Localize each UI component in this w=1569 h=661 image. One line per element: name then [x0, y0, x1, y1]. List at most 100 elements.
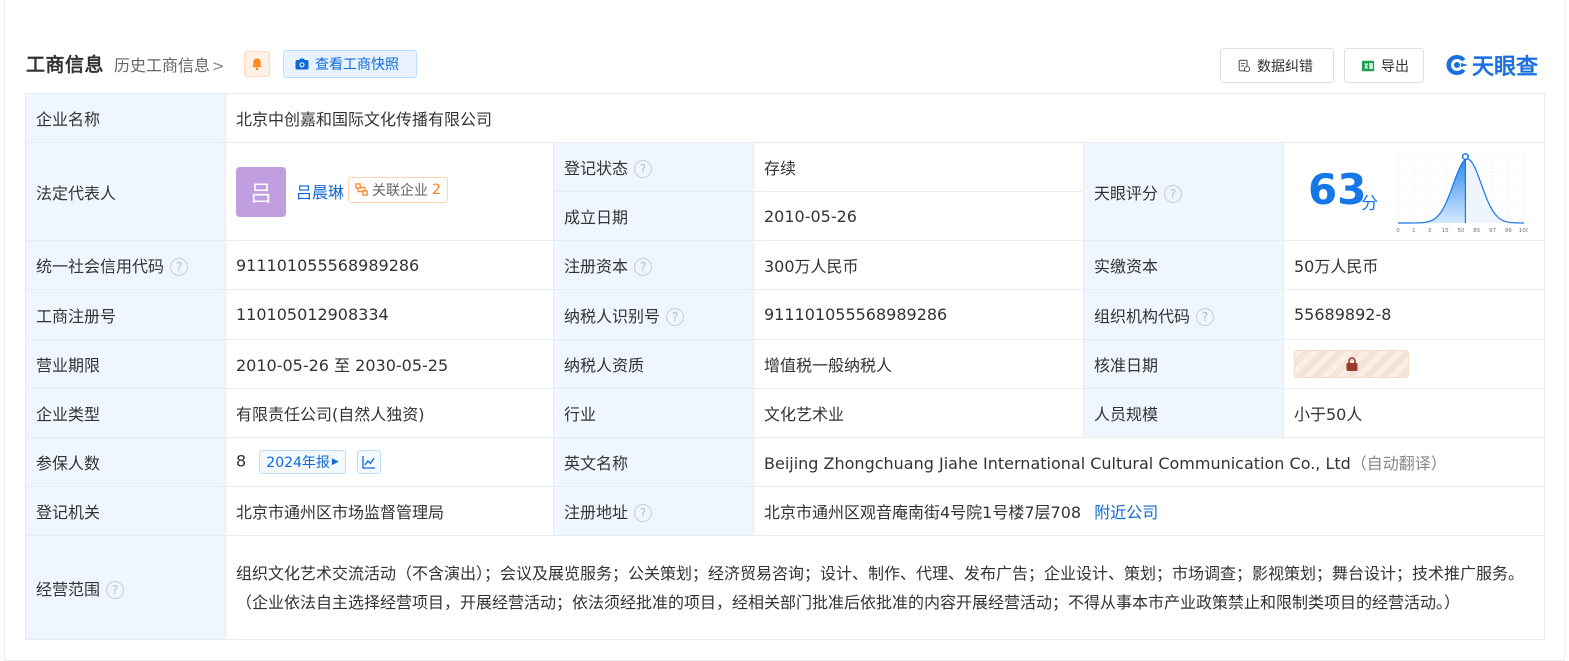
label-company-name: 企业名称	[25, 93, 226, 143]
label-industry: 行业	[553, 388, 754, 438]
paid-capital-value: 50万人民币	[1282, 240, 1546, 290]
english-name-cell: Beijing Zhongchuang Jiahe International …	[752, 437, 1546, 487]
camera-icon	[295, 58, 309, 70]
help-icon[interactable]: ?	[1164, 184, 1183, 203]
trend-chart-icon	[362, 456, 375, 469]
tianyan-score-cell[interactable]: 63 分 0 1 3 15 50 85 97 99 100	[1282, 142, 1546, 241]
business-info-table: 企业名称 北京中创嘉和国际文化传播有限公司 法定代表人 吕 吕晨琳 关联企业 2…	[25, 93, 1546, 640]
label-taxpayer-id: 纳税人识别号?	[553, 289, 754, 340]
label-legal-rep: 法定代表人	[25, 142, 226, 241]
org-code-value: 55689892-8	[1282, 289, 1546, 340]
data-fix-button[interactable]: 数据纠错	[1220, 48, 1334, 83]
bell-button[interactable]	[244, 51, 270, 77]
help-icon[interactable]: ?	[170, 258, 189, 276]
reg-address-value: 北京市通州区观音庵南街4号院1号楼7层708	[764, 503, 1082, 522]
label-taxpayer-qual: 纳税人资质	[553, 339, 754, 389]
help-icon[interactable]: ?	[1196, 307, 1215, 326]
insured-value: 8	[236, 451, 247, 471]
insured-cell: 8 2024年报 ▶	[225, 437, 554, 487]
table-row: 参保人数 8 2024年报 ▶ 英文名称 Beijing Zhongchuang …	[25, 437, 1546, 487]
section-header: 工商信息 历史工商信息 > 查看工商快照 数据纠错 导出 天眼查	[26, 46, 1544, 83]
table-row: 工商注册号 110105012908334 纳税人识别号? 9111010555…	[25, 289, 1546, 340]
distribution-area-filled	[1398, 159, 1466, 223]
staff-size-value: 小于50人	[1282, 388, 1546, 438]
help-icon[interactable]: ?	[634, 258, 653, 276]
reg-authority-value: 北京市通州区市场监督管理局	[225, 486, 554, 536]
label-reg-status: 登记状态?	[553, 142, 754, 192]
excel-icon	[1361, 60, 1375, 71]
chart-tick-label: 1	[1412, 228, 1416, 234]
industry-value: 文化艺术业	[753, 388, 1084, 438]
reg-capital-value: 300万人民币	[753, 240, 1084, 290]
help-icon[interactable]: ?	[666, 307, 685, 326]
biz-reg-no-value: 110105012908334	[225, 289, 554, 340]
chart-tick-label: 3	[1428, 228, 1432, 234]
related-companies-tag[interactable]: 关联企业 2	[348, 176, 448, 203]
chart-tick-label: 99	[1505, 228, 1512, 234]
table-row: 企业名称 北京中创嘉和国际文化传播有限公司	[25, 93, 1546, 143]
label-tianyan-score: 天眼评分?	[1083, 142, 1284, 241]
label-staff-size: 人员规模	[1083, 388, 1284, 438]
label-paid-capital: 实缴资本	[1083, 240, 1284, 290]
approve-date-cell	[1282, 339, 1546, 389]
taxpayer-id-value: 911101055568989286	[753, 289, 1084, 340]
label-reg-authority: 登记机关	[25, 486, 226, 536]
found-date-value: 2010-05-26	[753, 191, 1084, 241]
label-reg-capital: 注册资本?	[553, 240, 754, 290]
snapshot-button[interactable]: 查看工商快照	[283, 50, 417, 78]
score-value: 63	[1308, 165, 1367, 214]
trend-chart-button[interactable]	[356, 450, 381, 474]
table-row: 法定代表人 吕 吕晨琳 关联企业 2 登记状态? 存续 天眼评分? 63 分 0…	[25, 142, 1546, 241]
reg-status-value: 存续	[753, 142, 1084, 192]
reg-address-cell: 北京市通州区观音庵南街4号院1号楼7层708 附近公司	[752, 486, 1546, 536]
biz-scope-value: 组织文化艺术交流活动（不含演出）；会议及展览服务；公关策划；经济贸易咨询；设计、…	[224, 535, 1546, 640]
section-title: 工商信息	[26, 54, 105, 76]
chart-tick-label: 97	[1489, 228, 1496, 234]
lock-icon	[1346, 357, 1357, 371]
label-biz-term: 营业期限	[25, 339, 226, 389]
table-row: 经营范围? 组织文化艺术交流活动（不含演出）；会议及展览服务；公关策划；经济贸易…	[25, 535, 1546, 640]
table-row: 企业类型 有限责任公司(自然人独资) 行业 文化艺术业 人员规模 小于50人	[25, 388, 1546, 438]
avatar[interactable]: 吕	[236, 166, 286, 217]
english-name-value: Beijing Zhongchuang Jiahe International …	[764, 454, 1351, 473]
label-org-code: 组织机构代码?	[1083, 289, 1284, 340]
chart-tick-label: 0	[1396, 228, 1400, 234]
company-type-value: 有限责任公司(自然人独资)	[225, 388, 554, 438]
bell-icon	[252, 58, 262, 71]
edit-doc-icon	[1238, 59, 1251, 72]
label-credit-code: 统一社会信用代码?	[25, 240, 226, 290]
score-marker-dot	[1461, 153, 1469, 161]
label-biz-reg-no: 工商注册号	[25, 289, 226, 340]
help-icon[interactable]: ?	[634, 160, 653, 178]
label-insured: 参保人数	[25, 437, 226, 487]
chevron-right-icon: >	[212, 57, 225, 75]
locked-value[interactable]	[1294, 350, 1409, 378]
tianyancha-logo: 天眼查	[1444, 50, 1538, 80]
help-icon[interactable]: ?	[106, 580, 125, 599]
table-row: 登记机关 北京市通州区市场监督管理局 注册地址? 北京市通州区观音庵南街4号院1…	[25, 486, 1546, 536]
history-link[interactable]: 历史工商信息 >	[114, 52, 225, 76]
eye-logo-icon	[1446, 55, 1468, 75]
help-icon[interactable]: ?	[634, 504, 653, 522]
annual-report-tag[interactable]: 2024年报 ▶	[259, 450, 346, 474]
score-distribution-chart: 0 1 3 15 50 85 97 99 100	[1396, 153, 1528, 234]
table-row: 营业期限 2010-05-26 至 2030-05-25 纳税人资质 增值税一般…	[25, 339, 1546, 389]
chart-tick-label: 85	[1473, 228, 1480, 234]
label-approve-date: 核准日期	[1083, 339, 1284, 389]
chart-tick-label: 50	[1458, 228, 1465, 234]
company-name-value: 北京中创嘉和国际文化传播有限公司	[224, 93, 1546, 143]
auto-translate-note: （自动翻译）	[1350, 454, 1447, 473]
table-row: 统一社会信用代码? 911101055568989286 注册资本? 300万人…	[25, 240, 1546, 290]
network-icon	[355, 183, 368, 196]
credit-code-value: 911101055568989286	[225, 240, 554, 290]
taxpayer-qual-value: 增值税一般纳税人	[753, 339, 1084, 389]
score-unit: 分	[1361, 194, 1378, 214]
label-found-date: 成立日期	[553, 191, 754, 241]
nearby-companies-link[interactable]: 附近公司	[1094, 503, 1158, 522]
label-english-name: 英文名称	[553, 437, 754, 487]
biz-term-value: 2010-05-26 至 2030-05-25	[225, 339, 554, 389]
legal-rep-cell: 吕 吕晨琳 关联企业 2	[225, 142, 554, 241]
export-button[interactable]: 导出	[1344, 48, 1424, 83]
label-biz-scope: 经营范围?	[25, 535, 226, 640]
legal-rep-name-link[interactable]: 吕晨琳	[296, 179, 344, 203]
